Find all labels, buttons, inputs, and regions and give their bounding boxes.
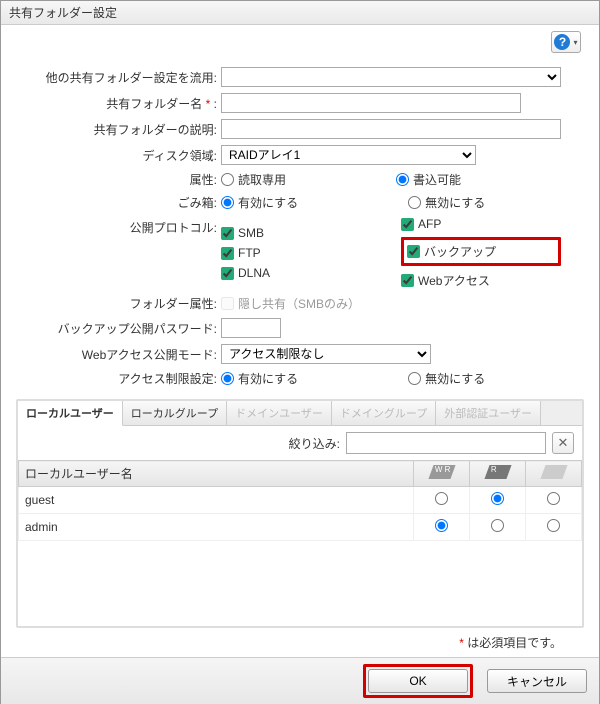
access-on-radio[interactable]: 有効にする <box>221 370 298 387</box>
user-table: ローカルユーザー名 W R R guest <box>18 460 582 541</box>
perm-none-radio[interactable] <box>547 492 560 505</box>
tab-domain-users: ドメインユーザー <box>227 401 332 425</box>
trash-on-radio[interactable]: 有効にする <box>221 194 298 211</box>
label-name: 共有フォルダー名 * : <box>16 95 221 112</box>
col-perm-wr[interactable]: W R <box>414 461 470 487</box>
required-note: * は必須項目です。 <box>16 628 584 657</box>
proto-afp-checkbox[interactable]: AFP <box>401 217 561 231</box>
table-row: guest <box>19 487 582 514</box>
label-backup-pw: バックアップ公開パスワード: <box>16 320 221 337</box>
attr-readwrite-radio[interactable]: 書込可能 <box>396 171 461 188</box>
col-perm-none[interactable] <box>526 461 582 487</box>
table-row: admin <box>19 514 582 541</box>
help-icon: ? <box>554 34 570 50</box>
shared-folder-dialog: 共有フォルダー設定 ? ▾ 他の共有フォルダー設定を流用: 共有フォルダー名 *… <box>0 0 600 704</box>
tab-local-users[interactable]: ローカルユーザー <box>18 401 123 426</box>
name-input[interactable] <box>221 93 521 113</box>
proto-ftp-checkbox[interactable]: FTP <box>221 246 381 260</box>
access-off-radio[interactable]: 無効にする <box>408 370 485 387</box>
trash-off-radio[interactable]: 無効にする <box>408 194 485 211</box>
label-trash: ごみ箱: <box>16 194 221 211</box>
proto-backup-checkbox[interactable]: バックアップ <box>407 243 552 260</box>
perm-wr-radio[interactable] <box>435 519 448 532</box>
ok-button[interactable]: OK <box>368 669 468 693</box>
web-mode-select[interactable]: アクセス制限なし <box>221 344 431 364</box>
button-bar: OK キャンセル <box>1 657 599 704</box>
proto-smb-checkbox[interactable]: SMB <box>221 226 381 240</box>
chevron-down-icon: ▾ <box>573 38 577 47</box>
col-perm-r[interactable]: R <box>470 461 526 487</box>
users-panel: ローカルユーザー ローカルグループ ドメインユーザー ドメイングループ 外部認証… <box>16 399 584 628</box>
perm-wr-radio[interactable] <box>435 492 448 505</box>
perm-r-radio[interactable] <box>491 519 504 532</box>
label-reuse: 他の共有フォルダー設定を流用: <box>16 69 221 86</box>
attr-readonly-radio[interactable]: 読取専用 <box>221 171 286 188</box>
help-button[interactable]: ? ▾ <box>551 31 581 53</box>
label-web-mode: Webアクセス公開モード: <box>16 346 221 363</box>
cell-username: guest <box>19 487 414 514</box>
backup-password-input[interactable] <box>221 318 281 338</box>
dialog-title: 共有フォルダー設定 <box>1 1 599 25</box>
dialog-body: ? ▾ 他の共有フォルダー設定を流用: 共有フォルダー名 * : <box>1 25 599 657</box>
filter-label: 絞り込み: <box>289 435 340 452</box>
perm-r-radio[interactable] <box>491 492 504 505</box>
perm-none-radio[interactable] <box>547 519 560 532</box>
tab-local-groups[interactable]: ローカルグループ <box>123 401 227 425</box>
close-icon: ✕ <box>558 435 569 451</box>
cancel-button[interactable]: キャンセル <box>487 669 587 693</box>
label-desc: 共有フォルダーの説明: <box>16 121 221 138</box>
filter-clear-button[interactable]: ✕ <box>552 432 574 454</box>
volume-select[interactable]: RAIDアレイ1 <box>221 145 476 165</box>
proto-webaccess-checkbox[interactable]: Webアクセス <box>401 272 561 289</box>
label-folder-attr: フォルダー属性: <box>16 295 221 312</box>
label-attr: 属性: <box>16 171 221 188</box>
proto-dlna-checkbox[interactable]: DLNA <box>221 266 381 280</box>
hidden-share-checkbox: 隠し共有（SMBのみ） <box>221 295 360 312</box>
reuse-select[interactable] <box>221 67 561 87</box>
col-username[interactable]: ローカルユーザー名 <box>19 461 414 487</box>
tab-domain-groups: ドメイングループ <box>332 401 436 425</box>
label-volume: ディスク領域: <box>16 147 221 164</box>
label-proto: 公開プロトコル: <box>16 217 221 236</box>
ok-highlight: OK <box>363 664 473 698</box>
form-area: 他の共有フォルダー設定を流用: 共有フォルダー名 * : 共有フォルダーの説明: <box>16 67 584 657</box>
proto-backup-highlight: バックアップ <box>401 237 561 266</box>
desc-input[interactable] <box>221 119 561 139</box>
label-access: アクセス制限設定: <box>16 370 221 387</box>
cell-username: admin <box>19 514 414 541</box>
filter-input[interactable] <box>346 432 546 454</box>
tab-ext-users: 外部認証ユーザー <box>436 401 541 425</box>
tab-strip: ローカルユーザー ローカルグループ ドメインユーザー ドメイングループ 外部認証… <box>18 401 582 426</box>
